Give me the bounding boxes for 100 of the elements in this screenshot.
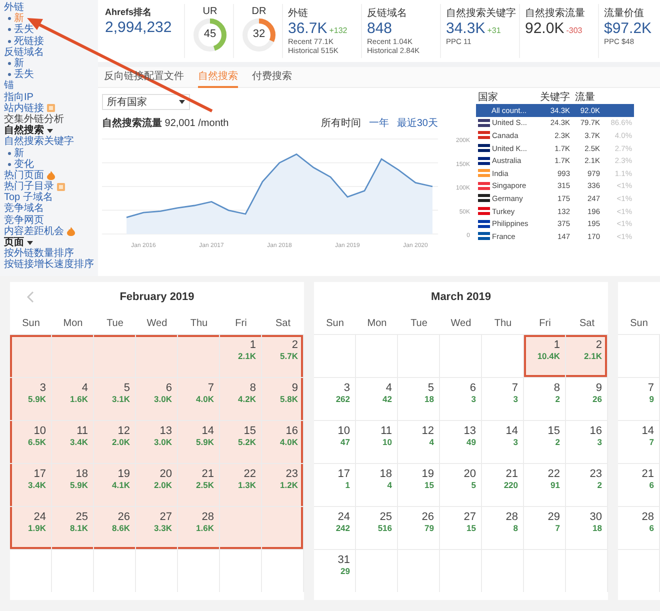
calendar-cell[interactable] <box>94 334 136 377</box>
calendar-cell[interactable]: 27 3.3K <box>136 506 178 549</box>
sidebar-item[interactable]: 热门页面 <box>4 170 44 181</box>
calendar-cell[interactable]: 8 2 <box>524 377 566 420</box>
metric-value[interactable]: 848 <box>367 20 392 37</box>
calendar-cell[interactable]: 2 2.1K <box>566 334 608 377</box>
calendar-cell[interactable]: 21 220 <box>482 463 524 506</box>
calendar-cell[interactable]: 24 1.9K <box>10 506 52 549</box>
calendar-cell[interactable]: 11 3.4K <box>52 420 94 463</box>
calendar-cell[interactable]: 22 1.3K <box>220 463 262 506</box>
calendar-cell[interactable] <box>136 549 178 592</box>
calendar-cell[interactable] <box>178 549 220 592</box>
calendar-cell[interactable]: 27 15 <box>440 506 482 549</box>
calendar-cell[interactable]: 3 5.9K <box>10 377 52 420</box>
sidebar-item[interactable]: Top 子域名 <box>4 192 53 204</box>
calendar-cell[interactable] <box>52 334 94 377</box>
calendar-cell[interactable]: 19 15 <box>398 463 440 506</box>
calendar-cell[interactable]: 15 5.2K <box>220 420 262 463</box>
calendar-cell[interactable]: 5 18 <box>398 377 440 420</box>
calendar-cell[interactable]: 14 3 <box>482 420 524 463</box>
time-range-link[interactable]: 一年 <box>368 116 389 130</box>
calendar-cell[interactable]: 18 5.9K <box>52 463 94 506</box>
calendar-cell[interactable]: 31 29 <box>314 549 356 592</box>
calendar-cell[interactable]: 17 1 <box>314 463 356 506</box>
calendar-cell[interactable]: 9 26 <box>566 377 608 420</box>
calendar-cell[interactable]: 4 42 <box>356 377 398 420</box>
calendar-cell[interactable] <box>178 334 220 377</box>
sidebar-item[interactable]: 自然搜索关键字 <box>4 136 74 148</box>
calendar-cell[interactable]: 22 91 <box>524 463 566 506</box>
calendar-cell[interactable] <box>94 549 136 592</box>
calendar-cell[interactable]: 19 4.1K <box>94 463 136 506</box>
calendar-cell[interactable]: 6 3.0K <box>136 377 178 420</box>
calendar-cell[interactable]: 20 2.0K <box>136 463 178 506</box>
calendar-cell[interactable]: 16 3 <box>566 420 608 463</box>
time-range-link[interactable]: 最近30天 <box>396 116 438 130</box>
calendar-cell[interactable]: 23 1.2K <box>262 463 304 506</box>
calendar-cell[interactable]: 25 8.1K <box>52 506 94 549</box>
calendar-cell[interactable]: 13 3.0K <box>136 420 178 463</box>
calendar-cell[interactable]: 28 8 <box>482 506 524 549</box>
calendar-cell[interactable]: 3 262 <box>314 377 356 420</box>
calendar-cell[interactable]: 11 10 <box>356 420 398 463</box>
calendar-cell[interactable]: 16 4.0K <box>262 420 304 463</box>
sidebar-item[interactable]: 死链接 <box>14 36 44 47</box>
calendar-cell[interactable]: 18 4 <box>356 463 398 506</box>
sidebar-item[interactable]: 页面 <box>4 237 24 248</box>
calendar-cell[interactable] <box>262 549 304 592</box>
calendar-cell[interactable]: 13 49 <box>440 420 482 463</box>
calendar-cell[interactable] <box>52 549 94 592</box>
calendar-cell[interactable] <box>262 506 304 549</box>
sidebar-item[interactable]: 内容差距机会 <box>4 226 64 237</box>
calendar-cell[interactable]: 7 3 <box>482 377 524 420</box>
sidebar-item[interactable]: 新 <box>14 148 24 159</box>
sidebar-item[interactable]: 外链 <box>4 2 24 14</box>
calendar-cell[interactable]: 14 5.9K <box>178 420 220 463</box>
sidebar-item[interactable]: 按外链数量排序 <box>4 248 74 260</box>
sidebar-item[interactable]: 丢失 <box>14 69 34 80</box>
calendar-cell[interactable]: 21 6 <box>618 463 660 506</box>
calendar-cell[interactable]: 7 9 <box>618 377 660 420</box>
calendar-cell[interactable] <box>10 549 52 592</box>
calendar-cell[interactable] <box>10 334 52 377</box>
calendar-cell[interactable]: 20 5 <box>440 463 482 506</box>
calendar-cell[interactable]: 9 5.8K <box>262 377 304 420</box>
sidebar-item[interactable]: 站内链接 <box>4 102 44 114</box>
prev-icon[interactable] <box>26 291 34 303</box>
calendar-cell[interactable]: 25 516 <box>356 506 398 549</box>
calendar-cell[interactable]: 6 3 <box>440 377 482 420</box>
sidebar-item[interactable]: 锚 <box>4 80 14 92</box>
calendar-cell[interactable] <box>220 549 262 592</box>
tab[interactable]: 付费搜索 <box>252 66 292 88</box>
calendar-cell[interactable]: 2 5.7K <box>262 334 304 377</box>
calendar-cell[interactable]: 1 2.1K <box>220 334 262 377</box>
calendar-cell[interactable]: 4 1.6K <box>52 377 94 420</box>
calendar-cell[interactable] <box>220 506 262 549</box>
calendar-cell[interactable]: 15 2 <box>524 420 566 463</box>
calendar-cell[interactable]: 1 10.4K <box>524 334 566 377</box>
calendar-cell[interactable]: 8 4.2K <box>220 377 262 420</box>
sidebar-item[interactable]: 新 <box>14 58 24 70</box>
calendar-cell[interactable]: 12 2.0K <box>94 420 136 463</box>
country-dropdown[interactable]: 所有国家 <box>102 94 190 110</box>
sidebar-item[interactable]: 按链接增长速度排序 <box>4 259 94 270</box>
metric-value[interactable]: 2,994,232 <box>105 19 172 36</box>
sidebar-item[interactable]: 反链域名 <box>4 46 44 58</box>
calendar-cell[interactable]: 26 79 <box>398 506 440 549</box>
sidebar-item[interactable]: 变化 <box>14 158 34 170</box>
calendar-cell[interactable]: 26 8.6K <box>94 506 136 549</box>
calendar-cell[interactable]: 5 3.1K <box>94 377 136 420</box>
time-range-link[interactable]: 所有时间 <box>320 116 361 130</box>
metric-value[interactable]: $97.2K <box>604 20 652 37</box>
calendar-cell[interactable]: 29 7 <box>524 506 566 549</box>
calendar-cell[interactable]: 28 6 <box>618 506 660 549</box>
sidebar-item[interactable]: 热门子目录 <box>4 181 54 192</box>
calendar-cell[interactable]: 12 4 <box>398 420 440 463</box>
sidebar-item[interactable]: 竞争网页 <box>4 214 44 226</box>
sidebar-item[interactable]: 指向IP <box>4 92 34 103</box>
metric-value[interactable]: 36.7K <box>288 20 328 37</box>
sidebar-item[interactable]: 交集外链分析 <box>4 114 64 125</box>
calendar-cell[interactable]: 30 18 <box>566 506 608 549</box>
sidebar-item[interactable]: 自然搜索 <box>4 125 44 136</box>
calendar-cell[interactable]: 10 47 <box>314 420 356 463</box>
sidebar-item[interactable]: 丢失 <box>14 24 34 36</box>
